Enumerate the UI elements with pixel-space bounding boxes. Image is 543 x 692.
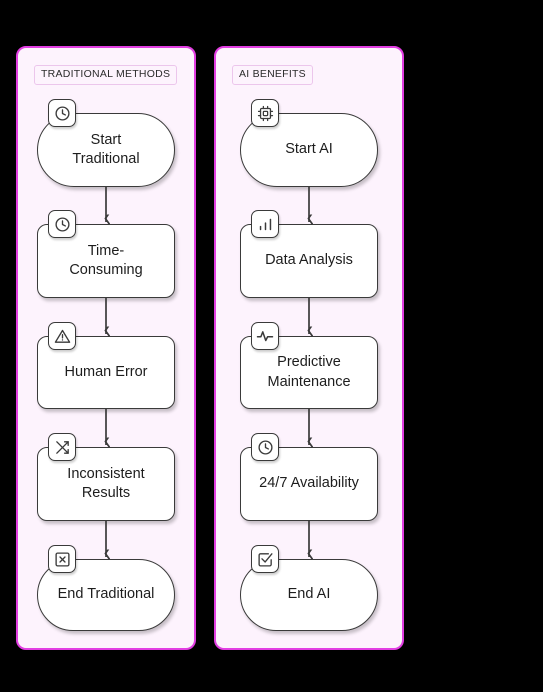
node-time-consuming-label: Time- Consuming [69, 242, 143, 278]
flowchart-canvas: TRADITIONAL METHODS AI BENEFITS Start Tr… [0, 0, 543, 692]
bar-chart-icon [251, 210, 279, 238]
shuffle-icon [48, 433, 76, 461]
clock-icon [251, 433, 279, 461]
subgraph-label-traditional-methods: TRADITIONAL METHODS [34, 65, 178, 85]
node-end-ai-label: End AI [287, 586, 331, 603]
check-square-icon [251, 545, 279, 573]
clock-icon [48, 99, 76, 127]
warning-triangle-icon [48, 322, 76, 350]
node-data-analysis-label: Data Analysis [265, 252, 353, 269]
subgraph-label-ai-benefits: AI BENEFITS [232, 65, 313, 85]
node-start-ai-label: Start AI [285, 141, 333, 158]
node-inconsistent-results-label: Inconsistent Results [67, 465, 145, 501]
x-square-icon [48, 545, 76, 573]
node-human-error-label: Human Error [64, 363, 148, 380]
node-predictive-maintenance-label: Predictive Maintenance [267, 354, 351, 390]
node-start-traditional-label: Start Traditional [72, 131, 140, 167]
node-end-traditional-label: End Traditional [57, 586, 155, 603]
cpu-icon [251, 99, 279, 127]
clock-icon [48, 210, 76, 238]
node-availability-label: 24/7 Availability [259, 475, 359, 492]
activity-pulse-icon [251, 322, 279, 350]
